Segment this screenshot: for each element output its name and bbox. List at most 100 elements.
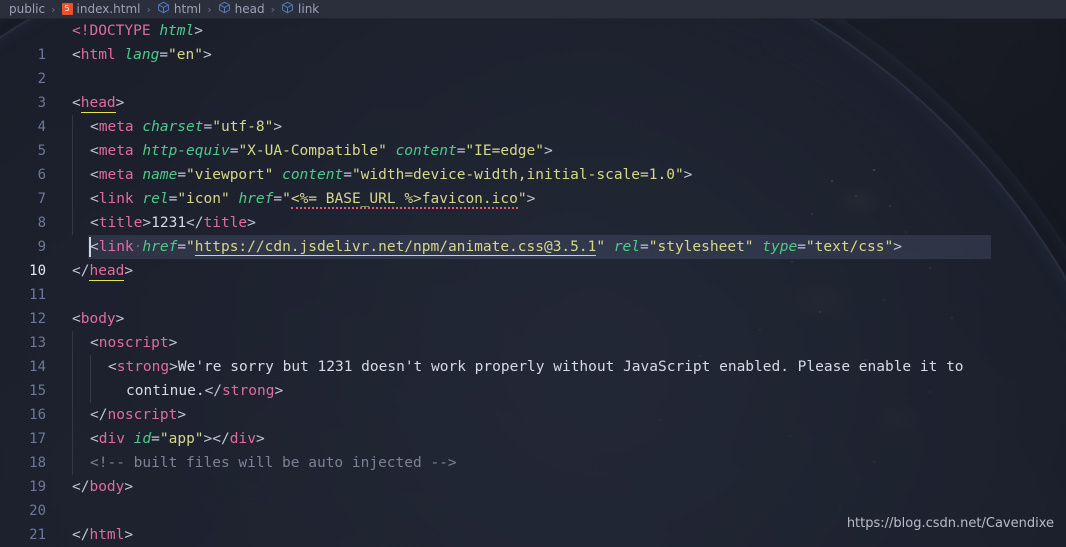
line-content: <head> (72, 95, 125, 113)
token-attr-content: content (395, 143, 457, 159)
code-line[interactable]: 6 <meta http-equiv="X-UA-Compatible" con… (0, 139, 1066, 183)
token-tag-strong-open: strong (116, 359, 170, 375)
line-content: <html lang="en"> (72, 47, 212, 63)
indent-guide (72, 187, 73, 211)
vscode-editor-window: public › index.html › html › head › link (0, 0, 1066, 547)
token-tag-meta: meta (98, 119, 134, 135)
line-content: <link rel="icon" href="<%= BASE_URL %>fa… (90, 191, 536, 209)
line-content: <title>1231</title> (90, 215, 256, 231)
token-tag-meta: meta (98, 167, 134, 183)
line-content: <!DOCTYPE html> (72, 19, 203, 43)
token-doctype-name: html (159, 23, 195, 39)
line-content: <!-- built files will be auto injected -… (90, 451, 457, 475)
token-tag-head-close: head (89, 263, 125, 281)
code-line[interactable]: 3 (0, 67, 1066, 111)
breadcrumb-item-link[interactable]: link (280, 1, 320, 17)
token-tag-div-open: div (98, 431, 125, 447)
token-attr-type: type (762, 239, 798, 255)
code-line[interactable]: 2 <html lang="en"> (0, 43, 1066, 87)
code-line[interactable]: 13 <body> (0, 307, 1066, 351)
token-html-comment: <!-- built files will be auto injected -… (90, 455, 457, 471)
token-attr-id: id (133, 431, 152, 447)
code-line[interactable]: 9 <title>1231</title> (0, 211, 1066, 255)
code-line[interactable]: 15 <strong>We're sorry but 1231 doesn't … (0, 355, 1066, 399)
code-line[interactable]: 7 <meta name="viewport" content="width=d… (0, 163, 1066, 207)
token-attr-rel: rel (142, 191, 169, 207)
token-continue-text: continue. (126, 383, 205, 399)
token-attr-charset: charset (142, 119, 204, 135)
breadcrumb-label-head: head (234, 2, 265, 16)
token-tag-html: html (80, 47, 116, 63)
indent-guide (72, 427, 73, 451)
code-line-active[interactable]: 10 <link·href="https://cdn.jsdelivr.net/… (0, 235, 1066, 279)
token-tag-div-close: div (229, 431, 256, 447)
code-line[interactable]: 11 </head> (0, 259, 1066, 303)
line-content: </body> (72, 479, 134, 495)
breadcrumb-item-head[interactable]: head (217, 1, 266, 17)
token-gt: > (194, 23, 203, 39)
code-editor[interactable]: 1 <!DOCTYPE html> 2 <html lang="en"> 3 4… (0, 19, 1066, 547)
token-value-name: "viewport" (186, 167, 274, 183)
token-tag-body-open: body (80, 311, 116, 327)
token-value-favicon-href: <%= BASE_URL %>favicon.ico (290, 191, 518, 209)
code-line[interactable]: 14 <noscript> (0, 331, 1066, 375)
symbol-cube-icon (281, 1, 294, 17)
breadcrumb-label-public: public (9, 2, 46, 16)
indent-guide (72, 451, 73, 475)
code-line[interactable]: 8 <link rel="icon" href="<%= BASE_URL %>… (0, 187, 1066, 231)
token-attr-lang: lang (124, 47, 160, 63)
breadcrumb: public › index.html › html › head › link (0, 0, 1066, 19)
watermark: https://blog.csdn.net/Cavendixe (846, 516, 1054, 531)
breadcrumb-separator: › (51, 2, 56, 16)
breadcrumb-item-html[interactable]: html (156, 1, 202, 17)
code-line[interactable]: 12 (0, 283, 1066, 327)
token-doctype: <!DOCTYPE (72, 23, 151, 39)
token-attr-content: content (282, 167, 344, 183)
token-value-stylesheet: "stylesheet" (648, 239, 754, 255)
token-value-rel: "icon" (177, 191, 230, 207)
indent-guide (72, 355, 73, 379)
indent-guide (72, 403, 73, 427)
token-value-lang: "en" (168, 47, 203, 63)
token-attr-rel: rel (613, 239, 641, 255)
breadcrumb-item-public[interactable]: public (8, 2, 46, 16)
token-tag-strong-close: strong (222, 383, 275, 399)
code-line[interactable]: 19 <!-- built files will be auto injecte… (0, 451, 1066, 495)
code-line[interactable]: 20 </body> (0, 475, 1066, 519)
code-line[interactable]: 1 <!DOCTYPE html> (0, 19, 1066, 63)
indent-guide (72, 379, 73, 403)
breadcrumb-label-index-html: index.html (76, 2, 141, 16)
code-line[interactable]: 18 <div id="app"></div> (0, 427, 1066, 471)
token-attr-href: href (238, 191, 274, 207)
indent-guide (72, 139, 73, 163)
breadcrumb-label-html: html (173, 2, 202, 16)
code-line[interactable]: 17 </noscript> (0, 403, 1066, 447)
token-tag-noscript-open: noscript (98, 335, 169, 351)
token-value-app: "app" (159, 431, 204, 447)
code-line[interactable]: 16 continue.</strong> (0, 379, 1066, 423)
code-line[interactable]: 5 <meta charset="utf-8"> (0, 115, 1066, 159)
token-value-content: "IE=edge" (465, 143, 544, 159)
line-content: </noscript> (90, 407, 187, 423)
code-line[interactable]: 4 <head> (0, 91, 1066, 135)
token-value-cdn-url[interactable]: https://cdn.jsdelivr.net/npm/animate.css… (194, 239, 597, 256)
token-attr-name: name (142, 167, 178, 183)
line-content: <meta name="viewport" content="width=dev… (90, 167, 693, 183)
token-tag-html-close: html (89, 527, 125, 543)
token-tag-meta: meta (98, 143, 134, 159)
line-content: <noscript> (90, 335, 178, 351)
indent-guide (72, 115, 73, 139)
token-tag-link: link (98, 239, 134, 255)
breadcrumb-separator: › (146, 2, 151, 16)
indent-guide (90, 355, 91, 379)
line-content: <meta http-equiv="X-UA-Compatible" conte… (90, 143, 553, 159)
token-attr-http-equiv: http-equiv (142, 143, 230, 159)
token-tag-title-open: title (98, 215, 143, 231)
indent-guide (72, 331, 73, 355)
token-tag-link: link (98, 191, 134, 207)
line-content: <meta charset="utf-8"> (90, 119, 283, 135)
symbol-cube-icon (218, 1, 231, 17)
token-tag-title-close: title (203, 215, 248, 231)
breadcrumb-item-index-html[interactable]: index.html (61, 2, 142, 16)
token-tag-noscript-close: noscript (107, 407, 178, 423)
